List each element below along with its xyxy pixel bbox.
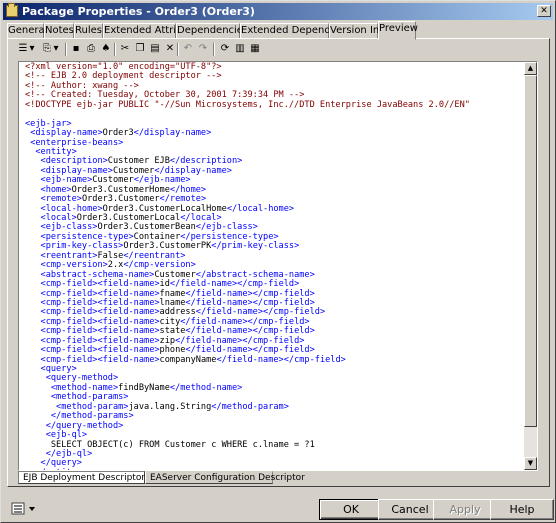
scroll-up-icon[interactable]: ▲ [524,62,537,75]
menu-button[interactable] [10,501,40,517]
cut-icon[interactable]: ✂ [118,42,132,56]
copy-icon[interactable]: ❐ [133,42,147,56]
code-line: ​ [25,110,523,119]
code-line: </query-method> [45,420,124,431]
columns-icon[interactable]: ▥ [233,42,247,56]
descriptor-tabs: EJB Deployment Descriptor EAServer Config… [18,471,538,485]
refresh-icon[interactable]: ⟳ [218,42,232,56]
help-button[interactable]: Help [490,499,554,520]
tab-rules[interactable]: Rules [74,23,103,39]
code-line: </query> [40,458,82,469]
paste-icon[interactable]: ▤ [148,42,162,56]
subtab-ejb-deployment-descriptor[interactable]: EJB Deployment Descriptor [18,471,145,484]
toolbar-separator [65,43,67,56]
list-icon[interactable]: ▦ [248,42,262,56]
redo-icon[interactable]: ↷ [196,42,210,56]
tab-version-info[interactable]: Version Info [329,23,389,39]
close-icon[interactable]: ✕ [537,5,551,17]
save-icon[interactable]: ▪ [69,42,83,56]
code-preview-editor[interactable]: <?xml version="1.0" encoding="UTF-8"?> <!… [18,61,538,471]
tab-extended-dependencies[interactable]: Extended Dependencies [240,23,363,39]
toolbar-separator [213,43,215,56]
package-properties-window: Package Properties - Order3 (Order3) ✕ G… [0,0,556,523]
tab-preview[interactable]: Preview [378,21,418,40]
tab-dependencies[interactable]: Dependencies [176,23,248,39]
dropdown-icon[interactable]: ▾ [28,42,36,56]
vertical-scrollbar[interactable]: ▲ ▼ [524,62,537,470]
package-icon [6,3,18,17]
toolbar-separator [177,43,179,56]
apply-button[interactable]: Apply [433,499,497,520]
code-line: SELECT OBJECT(c) FROM Customer c WHERE c… [25,439,315,450]
tab-general[interactable]: General [7,23,47,39]
find-icon[interactable]: ♠ [99,42,113,56]
ok-button[interactable]: OK [319,499,383,520]
scroll-down-icon[interactable]: ▼ [524,457,537,470]
scroll-thumb[interactable] [524,75,537,427]
tab-notes[interactable]: Notes [44,23,74,39]
code-line: </ejb-ql> [45,448,93,459]
subtab-easerver-configuration-descriptor[interactable]: EAServer Configuration Descriptor [145,471,305,484]
code-line: <enterprise-beans> [30,137,124,148]
print-icon[interactable]: ⎙ [84,42,98,56]
code-line: <!DOCTYPE ejb-jar PUBLIC "-//Sun Microsy… [25,99,470,110]
code-content: <?xml version="1.0" encoding="UTF-8"?> <!… [25,62,523,470]
toolbar-separator [114,43,116,56]
undo-icon[interactable]: ↶ [181,42,195,56]
delete-icon[interactable]: ✕ [163,42,177,56]
code-line: <cmp-field><field-name>companyName</fiel… [40,354,346,365]
title-bar: Package Properties - Order3 (Order3) ✕ [3,3,553,20]
list-menu-icon [11,502,35,515]
dropdown-icon[interactable]: ▾ [52,42,60,56]
window-title: Package Properties - Order3 (Order3) [22,5,255,18]
tab-extended-attributes[interactable]: Extended Attributes [103,23,204,39]
